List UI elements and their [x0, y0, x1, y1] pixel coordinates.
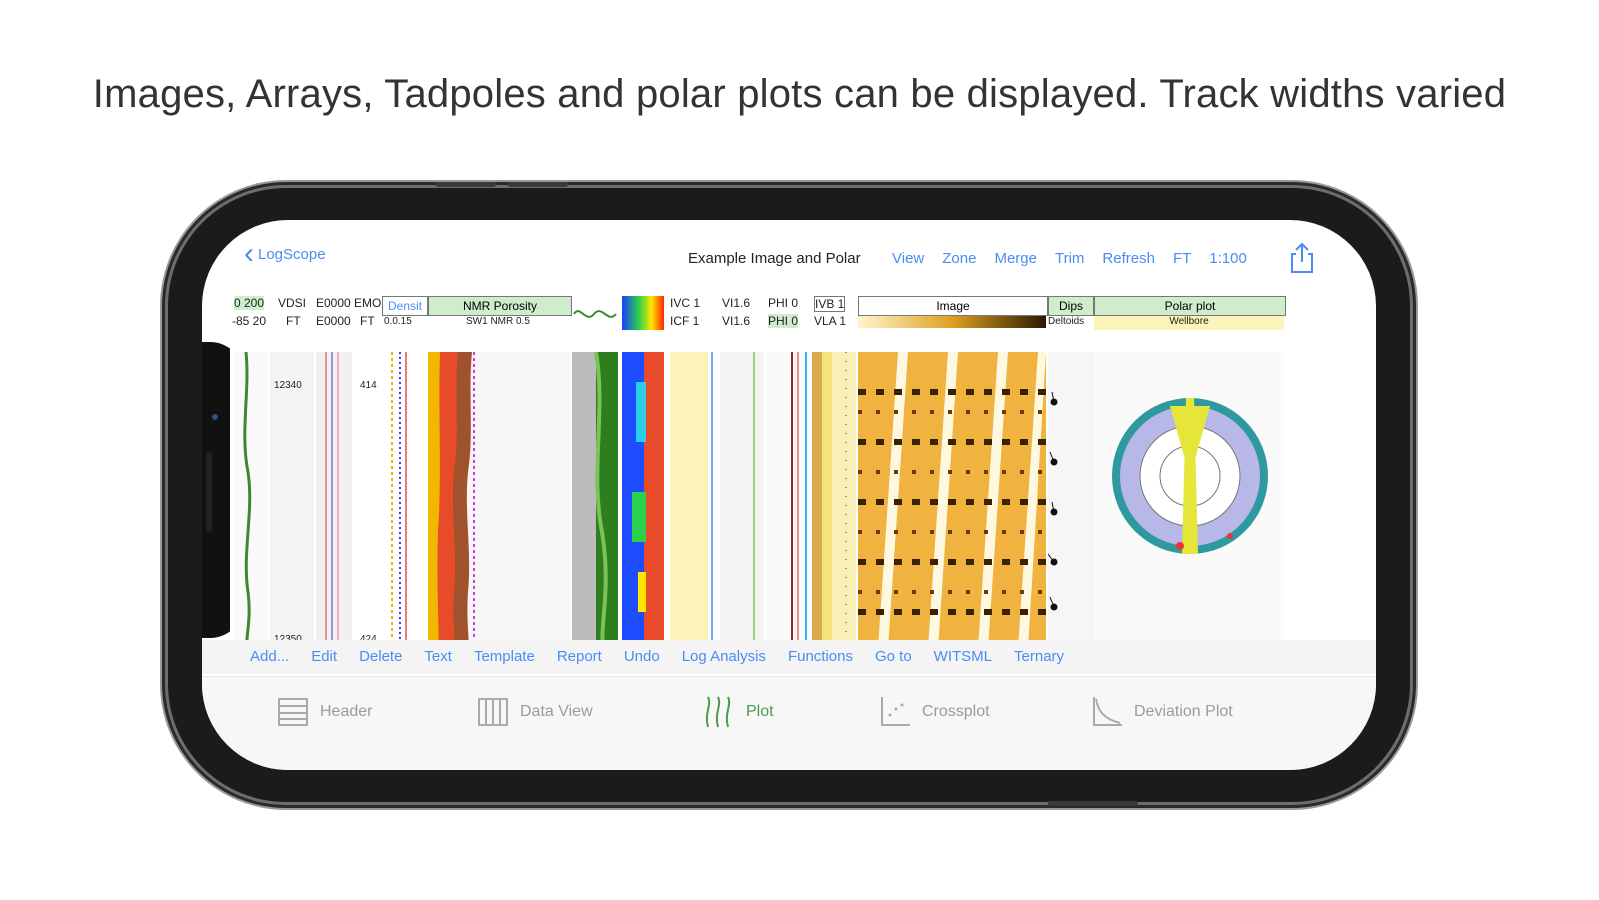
density-header: Densit — [382, 296, 428, 316]
template-button[interactable]: Template — [474, 648, 535, 665]
header-table-icon — [278, 698, 308, 726]
edit-button[interactable]: Edit — [311, 648, 337, 665]
volume-button-2 — [508, 182, 568, 187]
edit-toolbar: Add... Edit Delete Text Template Report … — [202, 640, 1376, 674]
tab-plot[interactable]: Plot — [702, 695, 774, 729]
page-caption: Images, Arrays, Tadpoles and polar plots… — [92, 72, 1507, 116]
polar-plot-track — [1094, 352, 1284, 648]
tab-deviation-plot-label: Deviation Plot — [1134, 703, 1233, 720]
data-grid-icon — [478, 698, 508, 726]
scale-top-label: 0 200 — [234, 296, 265, 310]
side-button — [1048, 801, 1138, 806]
vi1b-label: VI1.6 — [722, 314, 751, 328]
tab-data-view[interactable]: Data View — [476, 695, 593, 729]
resistivity-track — [316, 352, 352, 648]
image-scale-header — [858, 316, 1046, 328]
ternary-button[interactable]: Ternary — [1014, 648, 1064, 665]
log-plot[interactable]: 0 200 -85 20 VDSI FT E0000 EMO E0000 FT … — [230, 292, 1354, 648]
time-top-label: 414 — [360, 380, 377, 391]
volume-track — [666, 352, 718, 648]
witsml-button[interactable]: WITSML — [934, 648, 992, 665]
vdsi-label: VDSI — [278, 296, 307, 310]
waveform-header-icon — [573, 310, 617, 318]
log-analysis-button[interactable]: Log Analysis — [682, 648, 766, 665]
tab-bar: Header Data View Plot Crossplot Deviatio… — [202, 676, 1376, 770]
tab-crossplot[interactable]: Crossplot — [878, 695, 990, 729]
e0000b-label: E0000 — [316, 314, 351, 328]
navigation-bar: ‹ LogScope Example Image and Polar View … — [202, 220, 1376, 292]
polar-sub-label: Wellbore — [1094, 316, 1284, 330]
dips-header: Dips — [1048, 296, 1094, 316]
delete-button[interactable]: Delete — [359, 648, 402, 665]
nmr-sub1-label: 0.0.15 — [384, 316, 412, 327]
polar-header: Polar plot — [1094, 296, 1286, 316]
waveform-track — [572, 352, 618, 648]
nav-trim[interactable]: Trim — [1055, 250, 1084, 267]
color-scale-header — [622, 296, 664, 330]
crossplot-icon — [881, 697, 910, 726]
app-screen: ‹ LogScope Example Image and Polar View … — [202, 220, 1376, 770]
array-track — [622, 352, 664, 648]
tab-header[interactable]: Header — [276, 695, 372, 729]
nav-scale[interactable]: 1:100 — [1209, 250, 1247, 267]
scale-bottom-label: -85 20 — [232, 314, 267, 328]
deviation-plot-icon — [1093, 697, 1122, 726]
document-title: Example Image and Polar — [688, 250, 861, 267]
vi1-label: VI1.6 — [722, 296, 751, 310]
ft-label: FT — [286, 314, 301, 328]
emo-label: EMO — [354, 296, 382, 310]
back-button[interactable]: ‹ LogScope — [244, 237, 326, 270]
vla-label: VLA 1 — [814, 314, 847, 328]
image-header: Image — [858, 296, 1048, 316]
tab-data-view-label: Data View — [520, 703, 593, 720]
nav-refresh[interactable]: Refresh — [1102, 250, 1155, 267]
ivc-label: IVC 1 — [670, 296, 701, 310]
phone-frame: ‹ LogScope Example Image and Polar View … — [168, 182, 1410, 806]
tab-header-label: Header — [320, 703, 373, 720]
volume-button — [436, 182, 496, 187]
functions-button[interactable]: Functions — [788, 648, 853, 665]
speaker — [206, 452, 212, 532]
nmr-sub2-label: SW1 NMR 0.5 — [466, 316, 530, 327]
report-button[interactable]: Report — [557, 648, 602, 665]
goto-button[interactable]: Go to — [875, 648, 912, 665]
add-button[interactable]: Add... — [250, 648, 289, 665]
lithology-track — [812, 352, 856, 648]
dips-sub-label: Deltoids — [1048, 316, 1085, 327]
tab-deviation-plot[interactable]: Deviation Plot — [1090, 695, 1233, 729]
nmr-porosity-track — [428, 352, 570, 648]
depth-track — [270, 352, 314, 648]
camera-dot — [212, 414, 218, 420]
tab-plot-label: Plot — [746, 703, 774, 720]
plot-curves-icon — [705, 696, 731, 728]
nmr-porosity-header: NMR Porosity — [428, 296, 572, 316]
share-icon[interactable] — [1284, 240, 1320, 276]
text-button[interactable]: Text — [424, 648, 452, 665]
e0000-label: E0000 — [316, 296, 351, 310]
borehole-image-track — [858, 352, 1046, 648]
phi2-label: PHI 0 — [768, 314, 799, 328]
nav-menu: View Zone Merge Trim Refresh FT 1:100 — [892, 250, 1247, 267]
tab-crossplot-label: Crossplot — [922, 703, 990, 720]
nav-merge[interactable]: Merge — [994, 250, 1037, 267]
nav-view[interactable]: View — [892, 250, 924, 267]
nav-units[interactable]: FT — [1173, 250, 1191, 267]
ft2-label: FT — [360, 314, 375, 328]
phi-track — [766, 352, 810, 648]
density-track — [382, 352, 428, 648]
icf-label: ICF 1 — [670, 314, 700, 328]
undo-button[interactable]: Undo — [624, 648, 660, 665]
vi-track — [720, 352, 764, 648]
chevron-left-icon: ‹ — [244, 237, 254, 270]
phi1-label: PHI 0 — [768, 296, 799, 310]
nav-zone[interactable]: Zone — [942, 250, 976, 267]
ivb-label: IVB 1 — [814, 296, 846, 312]
tadpole-track — [1048, 352, 1094, 648]
gamma-track — [234, 352, 268, 648]
back-label: LogScope — [258, 245, 326, 263]
depth-top-label: 12340 — [274, 380, 302, 391]
